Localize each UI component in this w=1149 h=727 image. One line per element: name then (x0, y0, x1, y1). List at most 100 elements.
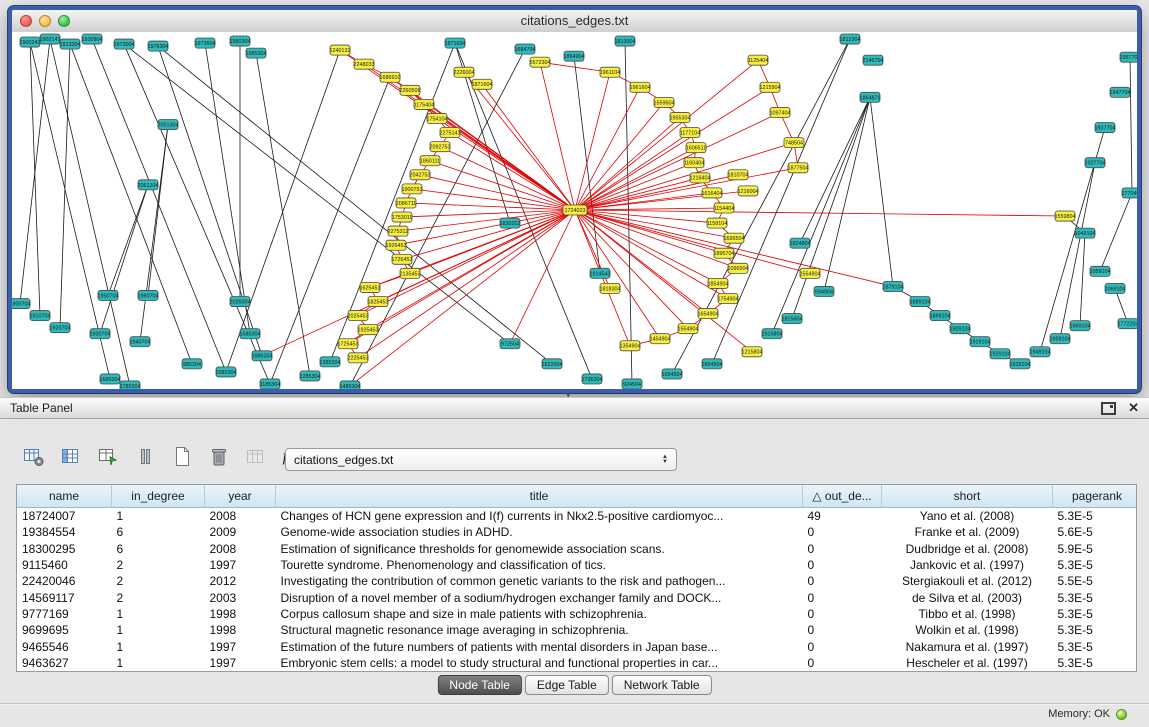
graph-node[interactable]: 1913304 (59, 39, 80, 49)
table-cell-name[interactable]: 9465546 (17, 638, 112, 654)
graph-edge[interactable] (30, 42, 40, 316)
graph-edge[interactable] (482, 84, 575, 210)
graph-node[interactable]: 1096504 (727, 263, 748, 273)
network-canvas[interactable]: 1900243190214319133041930904197300419763… (12, 32, 1137, 389)
graph-node[interactable]: 1980304 (229, 36, 250, 46)
graph-node[interactable]: 1910704 (29, 311, 50, 321)
graph-node[interactable]: 1454904 (649, 334, 670, 344)
graph-node[interactable]: 1864879 (859, 92, 880, 102)
table-cell-name[interactable]: 18300295 (17, 541, 112, 557)
graph-node[interactable]: 1973604 (194, 38, 215, 48)
delete-table-icon[interactable] (207, 446, 231, 468)
table-cell-short[interactable]: de Silva et al. (2003) (882, 589, 1053, 605)
table-cell-out_degree[interactable]: 0 (803, 573, 882, 589)
graph-edge[interactable] (575, 210, 1065, 216)
graph-node[interactable]: 924504 (622, 379, 642, 389)
column-header-year[interactable]: year (205, 485, 276, 508)
graph-edge[interactable] (60, 44, 70, 328)
table-cell-title[interactable]: Changes of HCN gene expression and I(f) … (276, 508, 803, 525)
graph-node[interactable]: 1940704 (129, 337, 150, 347)
table-cell-year[interactable]: 2008 (205, 508, 276, 525)
table-cell-in_degree[interactable]: 2 (112, 589, 205, 605)
graph-node[interactable]: 1754104 (426, 113, 447, 123)
table-cell-pagerank[interactable]: 5.3E-5 (1053, 622, 1138, 638)
table-row[interactable]: 1938455462009Genome-wide association stu… (17, 524, 1137, 540)
table-cell-name[interactable]: 19384554 (17, 524, 112, 540)
create-column-icon[interactable] (96, 446, 120, 468)
graph-node[interactable]: 2275312 (387, 226, 408, 236)
graph-node[interactable]: 1625453 (359, 282, 380, 292)
table-cell-pagerank[interactable]: 5.6E-5 (1053, 524, 1138, 540)
table-panel-header[interactable]: Table Panel ✕ (0, 397, 1149, 419)
graph-node[interactable]: 1955304 (669, 112, 690, 122)
graph-edge[interactable] (20, 39, 50, 303)
graph-node[interactable]: 985304 (182, 359, 202, 369)
graph-node[interactable]: 1049104 (1074, 228, 1095, 238)
graph-edge[interactable] (1100, 193, 1132, 271)
graph-node[interactable]: 2092753 (429, 142, 450, 152)
graph-node[interactable]: 1094504 (661, 369, 682, 379)
graph-node[interactable]: 1812304 (839, 34, 860, 44)
table-cell-year[interactable]: 1998 (205, 606, 276, 622)
table-row[interactable]: 946362711997Embryonic stem cells: a mode… (17, 655, 1137, 671)
table-cell-pagerank[interactable]: 5.3E-5 (1053, 638, 1138, 654)
graph-node[interactable]: 1158104 (707, 218, 728, 228)
graph-node[interactable]: 1973004 (113, 39, 134, 49)
graph-node[interactable]: 2086711 (396, 198, 417, 208)
graph-node[interactable]: 1889104 (909, 296, 930, 306)
graph-node[interactable]: 2260508 (399, 85, 420, 95)
graph-node[interactable]: 1770404 (1121, 188, 1137, 198)
table-cell-out_degree[interactable]: 0 (803, 638, 882, 654)
graph-edge[interactable] (402, 210, 575, 217)
graph-node[interactable]: 1920704 (49, 323, 70, 333)
table-cell-in_degree[interactable]: 2 (112, 573, 205, 589)
table-cell-name[interactable]: 14569117 (17, 589, 112, 605)
graph-node[interactable]: 1949104 (1029, 347, 1050, 357)
graph-node[interactable]: 1285304 (299, 371, 320, 381)
graph-edge[interactable] (510, 210, 575, 344)
graph-node[interactable]: 1810704 (727, 170, 748, 180)
table-cell-title[interactable]: Genome-wide association studies in ADHD. (276, 524, 803, 540)
graph-node[interactable]: 1879104 (882, 281, 903, 291)
float-panel-icon[interactable] (1101, 402, 1116, 415)
graph-edge[interactable] (1130, 57, 1132, 193)
table-row[interactable]: 911546021997Tourette syndrome. Phenomeno… (17, 557, 1137, 573)
graph-node[interactable]: 1216404 (689, 173, 710, 183)
table-cell-short[interactable]: Jankovic et al. (1997) (882, 557, 1053, 573)
graph-node[interactable]: 1585304 (239, 329, 260, 339)
graph-node[interactable]: 1216004 (737, 186, 758, 196)
graph-node[interactable]: 1925453 (357, 325, 378, 335)
graph-edge[interactable] (205, 43, 250, 334)
graph-node[interactable]: 1830202 (499, 218, 520, 228)
tab-node-table[interactable]: Node Table (437, 675, 522, 695)
graph-edge[interactable] (450, 133, 575, 210)
graph-node[interactable]: 2051304 (157, 119, 178, 129)
graph-node[interactable]: 1915804 (761, 329, 782, 339)
network-window[interactable]: citations_edges.txt 19002431902143191330… (8, 6, 1141, 393)
table-cell-in_degree[interactable]: 6 (112, 524, 205, 540)
table-cell-out_degree[interactable]: 49 (803, 508, 882, 525)
graph-edge[interactable] (575, 60, 758, 210)
graph-node[interactable]: 1059104 (1089, 266, 1110, 276)
graph-node[interactable]: 1736304 (581, 374, 602, 384)
graph-edge[interactable] (575, 143, 794, 210)
graph-node[interactable]: 1215904 (759, 82, 780, 92)
graph-edge[interactable] (92, 39, 226, 372)
graph-node[interactable]: 1813004 (614, 36, 635, 46)
table-cell-year[interactable]: 1997 (205, 638, 276, 654)
show-columns-icon[interactable] (59, 446, 83, 468)
graph-edge[interactable] (270, 77, 390, 384)
table-cell-short[interactable]: Franke et al. (2009) (882, 524, 1053, 540)
graph-edge[interactable] (262, 210, 575, 356)
graph-node[interactable]: 1860111 (420, 156, 440, 166)
table-cell-out_degree[interactable]: 0 (803, 541, 882, 557)
graph-node[interactable]: 1616404 (701, 188, 722, 198)
graph-node[interactable]: 5572304 (529, 57, 550, 67)
graph-node[interactable]: 1215804 (741, 347, 762, 357)
table-cell-in_degree[interactable]: 2 (112, 557, 205, 573)
graph-node[interactable]: 1961604 (629, 82, 650, 92)
graph-edge[interactable] (148, 125, 168, 296)
table-row[interactable]: 946554611997Estimation of the future num… (17, 638, 1137, 654)
table-cell-pagerank[interactable]: 5.3E-5 (1053, 655, 1138, 671)
table-cell-out_degree[interactable]: 0 (803, 622, 882, 638)
